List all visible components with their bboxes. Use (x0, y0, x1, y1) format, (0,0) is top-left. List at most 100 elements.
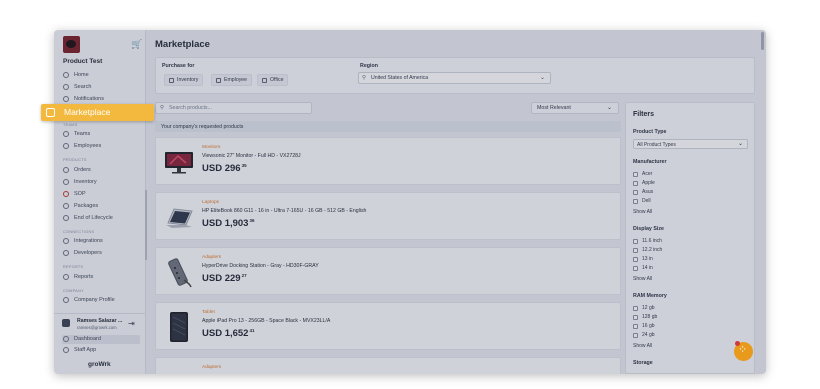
ram-memory-label: RAM Memory (633, 293, 667, 299)
sidebar-item-orders[interactable]: Orders (63, 167, 91, 173)
filter-checkbox[interactable]: 128 gb (633, 314, 657, 320)
sidebar-item-inventory[interactable]: Inventory (63, 179, 97, 185)
search-input[interactable]: ⚲ Search products... (155, 102, 312, 114)
store-icon (46, 108, 55, 117)
product-card[interactable]: Adapters (155, 357, 621, 374)
filter-checkbox[interactable]: 16 gb (633, 323, 655, 329)
code-icon (63, 250, 69, 256)
section-reports: REPORTS (63, 265, 84, 269)
building-icon (63, 297, 69, 303)
filter-checkbox[interactable]: 12 gb (633, 305, 655, 311)
sidebar-item-packages[interactable]: Packages (63, 203, 98, 209)
chevron-down-icon: ⌄ (606, 105, 612, 111)
filter-checkbox[interactable]: 11.6 inch (633, 238, 662, 244)
purchase-option-employee[interactable]: Employee (211, 74, 253, 86)
filter-checkbox[interactable]: Acer (633, 171, 652, 177)
sidebar-item-staff-app[interactable]: Staff App (63, 347, 96, 353)
logout-icon[interactable]: ⇥ (128, 319, 135, 328)
sidebar-item-teams[interactable]: Teams (63, 131, 90, 137)
product-price: USD 22927 (202, 273, 247, 284)
inventory-icon (169, 77, 174, 83)
chevron-down-icon: ⌄ (539, 75, 545, 81)
purchase-option-office[interactable]: Office (257, 74, 289, 86)
product-category: Adapters (202, 255, 222, 260)
sidebar-item-company-profile[interactable]: Company Profile (63, 297, 115, 303)
checkbox (633, 247, 638, 253)
chevron-down-icon: ⌄ (737, 141, 743, 147)
section-products: PRODUCTS (63, 158, 87, 162)
notification-badge (735, 341, 740, 346)
region-label: Region (360, 63, 378, 69)
product-category: Adapters (202, 365, 222, 370)
product-category: Laptops (202, 200, 220, 205)
docking-station-image (168, 258, 192, 288)
checkbox (633, 171, 638, 177)
product-card[interactable]: Tablet Apple iPad Pro 13 - 256GB - Space… (155, 302, 621, 350)
product-price: USD 1,90336 (202, 218, 255, 229)
filter-checkbox[interactable]: 13 in (633, 256, 653, 262)
sidebar-item-notifications[interactable]: Notifications (63, 96, 104, 102)
sidebar-item-integrations[interactable]: Integrations (63, 238, 103, 244)
product-card[interactable]: Adapters HyperDrive Docking Station - Gr… (155, 247, 621, 295)
laptop-image (166, 208, 193, 228)
sidebar-scrollbar[interactable] (145, 190, 147, 260)
section-company: COMPANY (63, 289, 85, 293)
filter-checkbox[interactable]: Asus (633, 189, 653, 195)
checkbox (633, 305, 638, 311)
company-logo (63, 36, 80, 53)
user-email: ramses@growrk.com (77, 325, 117, 330)
orders-icon (63, 167, 69, 173)
purchase-for-label: Purchase for (162, 63, 195, 69)
user-icon (63, 143, 69, 149)
show-all-link[interactable]: Show All (633, 209, 652, 215)
app-window: 🛒 Product Test Home Search Notifications… (54, 30, 766, 374)
office-icon (262, 77, 267, 83)
sort-select[interactable]: Most Relevant ⌄ (531, 102, 619, 114)
section-connections: CONNECTIONS (63, 230, 95, 234)
purchase-option-inventory[interactable]: Inventory (164, 74, 204, 86)
search-icon: ⚲ (160, 105, 164, 111)
sidebar-item-search[interactable]: Search (63, 84, 91, 90)
sidebar-item-marketplace[interactable]: Marketplace (41, 104, 154, 121)
product-card[interactable]: Laptops HP EliteBook 860 G11 - 16 in - U… (155, 192, 621, 240)
show-all-link[interactable]: Show All (633, 343, 652, 349)
brand-logo: groWrk (88, 361, 111, 368)
avatar (62, 319, 70, 327)
sidebar-item-dashboard[interactable]: Dashboard (63, 336, 101, 342)
product-category: Tablet (202, 310, 215, 315)
cart-icon[interactable]: 🛒 (131, 39, 142, 50)
filters-title: Filters (633, 111, 655, 118)
sidebar-item-developers[interactable]: Developers (63, 250, 102, 256)
tablet-image (170, 312, 188, 342)
sop-icon (63, 191, 69, 197)
sidebar-item-home[interactable]: Home (63, 72, 89, 78)
region-select[interactable]: ⚲ United States of America ⌄ (358, 72, 551, 84)
checkbox (633, 238, 638, 244)
product-type-select[interactable]: All Product Types ⌄ (633, 139, 748, 149)
purchase-panel: Purchase for Inventory Employee Office R… (155, 57, 755, 94)
filter-checkbox[interactable]: 12.2 inch (633, 247, 662, 253)
filter-checkbox[interactable]: Apple (633, 180, 655, 186)
manufacturer-label: Manufacturer (633, 159, 667, 165)
org-name: Product Test (63, 58, 103, 65)
section-teams: TEAMS (63, 123, 78, 127)
product-name: Viewsonic 27" Monitor - Full HD - VX2728… (202, 153, 301, 159)
show-all-link[interactable]: Show All (633, 276, 652, 282)
checkbox (633, 265, 638, 271)
main-scrollbar[interactable] (761, 32, 764, 50)
display-size-label: Display Size (633, 226, 664, 232)
sidebar-item-end-of-lifecycle[interactable]: End of Lifecycle (63, 215, 113, 221)
chart-icon (63, 274, 69, 280)
sidebar-item-sop[interactable]: SOP (63, 191, 86, 197)
filter-checkbox[interactable]: 24 gb (633, 332, 655, 338)
user-icon (216, 77, 221, 83)
checkbox (633, 314, 638, 320)
sidebar-item-reports[interactable]: Reports (63, 274, 93, 280)
product-card[interactable]: Monitors Viewsonic 27" Monitor - Full HD… (155, 137, 621, 185)
product-name: HyperDrive Docking Station - Gray - HD30… (202, 263, 319, 269)
user-profile[interactable]: Ramses Salazar ... ramses@growrk.com ⇥ (54, 313, 146, 335)
sidebar-item-employees[interactable]: Employees (63, 143, 101, 149)
filter-checkbox[interactable]: 14 in (633, 265, 653, 271)
dashboard-icon (63, 336, 69, 342)
filter-checkbox[interactable]: Dell (633, 198, 651, 204)
